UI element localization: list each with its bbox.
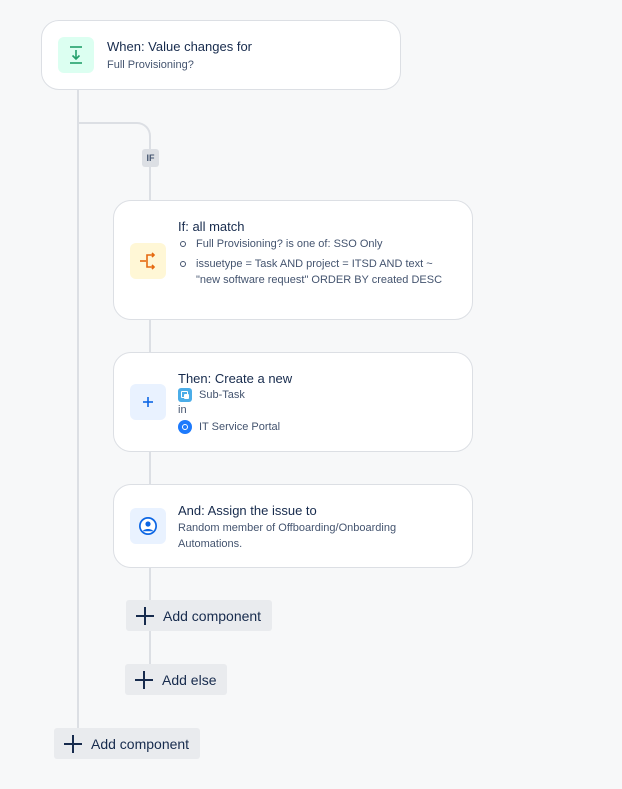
condition-icon-box [130, 243, 166, 279]
issue-type-row: Sub-Task [178, 388, 245, 402]
add-else-label: Add else [162, 671, 217, 688]
plus-icon [135, 670, 153, 689]
in-label: in [178, 404, 187, 416]
assign-issue-title: And: Assign the issue to [178, 503, 317, 518]
add-component-root-label: Add component [91, 735, 190, 752]
trigger-title: When: Value changes for [107, 39, 253, 54]
create-icon-box [130, 384, 166, 420]
create-issue-title: Then: Create a new [178, 371, 293, 386]
project-label: IT Service Portal [199, 421, 281, 433]
create-issue-card[interactable]: Then: Create a new [113, 352, 473, 452]
condition-item: Full Provisioning? is one of: SSO Only [178, 236, 450, 252]
trigger-subtitle: Full Provisioning? [107, 59, 194, 71]
assign-issue-description: Random member of Offboarding/Onboarding … [178, 522, 397, 550]
add-action-icon [143, 397, 153, 407]
assign-icon-box [130, 508, 166, 544]
branch-connector-curve [125, 122, 151, 146]
condition-title: If: all match [178, 219, 245, 234]
subtask-icon [178, 388, 192, 402]
condition-list: Full Provisioning? is one of: SSO Only i… [178, 236, 450, 292]
field-value-changed-icon [70, 46, 82, 64]
plus-icon [136, 606, 154, 625]
condition-item: issuetype = Task AND project = ITSD AND … [178, 256, 450, 288]
if-badge: IF [142, 149, 159, 167]
issue-type-label: Sub-Task [199, 389, 245, 401]
project-row: IT Service Portal [178, 420, 280, 434]
trigger-icon-box [58, 37, 94, 73]
add-component-label: Add component [163, 607, 262, 624]
project-avatar-icon [178, 420, 192, 434]
branch-condition-icon [140, 252, 156, 270]
main-connector-line [77, 89, 79, 729]
trigger-card[interactable]: When: Value changes for Full Provisionin… [41, 20, 401, 90]
assign-issue-card[interactable]: And: Assign the issue to Random member o… [113, 484, 473, 568]
add-else-button[interactable]: Add else [125, 664, 228, 695]
add-component-root-button[interactable]: Add component [54, 728, 201, 759]
add-component-button[interactable]: Add component [126, 600, 273, 631]
plus-icon [64, 734, 82, 753]
assign-user-icon [139, 517, 157, 535]
